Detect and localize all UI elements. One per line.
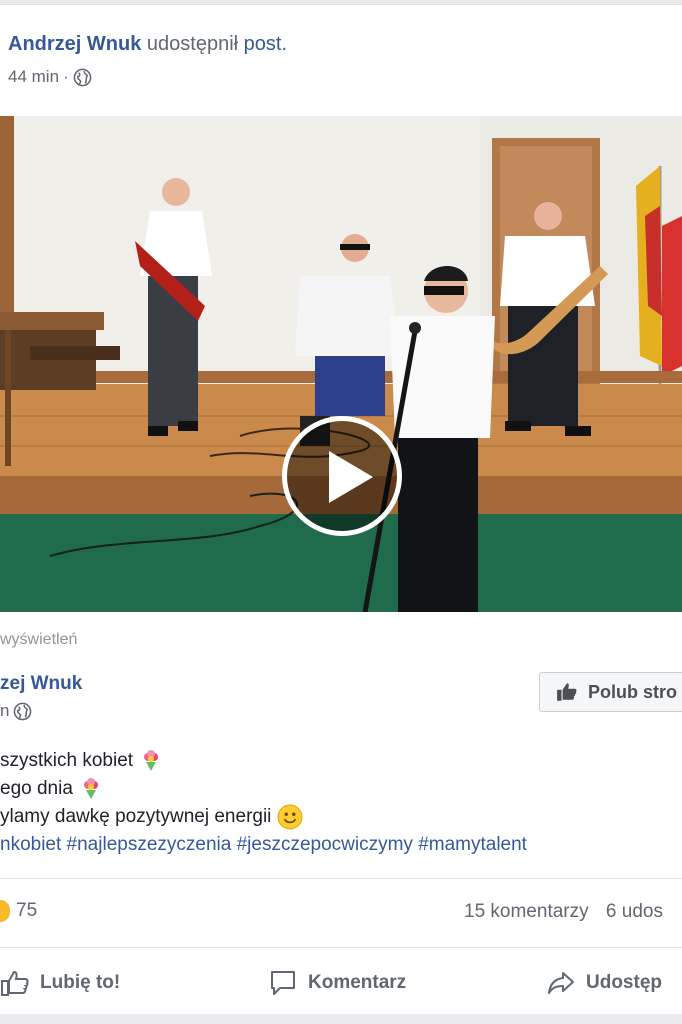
- post-card: Andrzej Wnuk udostępnił post. 44 min · w…: [0, 4, 682, 1014]
- comment-icon: [271, 971, 295, 995]
- hashtags-text[interactable]: nkobiet #najlepszezyczenia #jeszczepocwi…: [0, 831, 527, 859]
- comment-button[interactable]: Komentarz: [268, 963, 406, 1003]
- globe-icon[interactable]: [73, 68, 92, 87]
- share-arrow-icon: [548, 972, 574, 994]
- comment-label: Komentarz: [308, 972, 407, 993]
- video-thumbnail: [0, 116, 682, 612]
- hashtags[interactable]: nkobiet #najlepszezyczenia #jeszczepocwi…: [0, 831, 527, 859]
- original-timestamp[interactable]: n: [0, 701, 9, 721]
- smile-emoji-icon: [277, 804, 303, 830]
- engagement-counts: 15 komentarzy 6 udos: [464, 901, 663, 923]
- like-page-label: Polub stro: [588, 681, 677, 702]
- meta-separator: ·: [63, 67, 69, 86]
- bouquet-emoji-icon: [144, 750, 159, 771]
- post-line-text: szystkich kobiet: [0, 750, 134, 771]
- like-button[interactable]: Lubię to!: [0, 963, 120, 1003]
- share-timestamp[interactable]: 44 min: [8, 67, 59, 87]
- share-action-text: udostępnił: [146, 33, 239, 55]
- post-line: ylamy dawkę pozytywnej energii: [0, 803, 527, 831]
- original-post-meta: n: [0, 701, 32, 721]
- reaction-emoji-icon: [0, 900, 10, 922]
- thumbs-up-icon: [557, 683, 577, 701]
- reactions-summary[interactable]: 75: [0, 900, 37, 922]
- post-text: szystkich kobiet ego dnia ylamy dawkę po…: [0, 747, 527, 859]
- original-page-name-link[interactable]: zej Wnuk: [0, 673, 82, 695]
- view-count: wyświetleń: [0, 631, 78, 648]
- like-page-button[interactable]: Polub stro: [539, 672, 682, 712]
- share-meta: 44 min ·: [8, 67, 92, 87]
- post-line: ego dnia: [0, 775, 527, 803]
- post-link[interactable]: post.: [244, 33, 287, 55]
- comments-count-link[interactable]: 15 komentarzy: [464, 901, 589, 922]
- video-player[interactable]: [0, 116, 682, 612]
- bouquet-emoji-icon: [83, 778, 98, 799]
- post-line-text: ylamy dawkę pozytywnej energii: [0, 806, 272, 827]
- share-header: Andrzej Wnuk udostępnił post.: [8, 33, 287, 56]
- divider: [0, 947, 682, 948]
- shares-count-link[interactable]: 6 udos: [606, 901, 663, 922]
- share-button[interactable]: Udostęp: [546, 963, 662, 1003]
- share-label: Udostęp: [586, 972, 662, 993]
- sharer-name-link[interactable]: Andrzej Wnuk: [8, 33, 141, 55]
- globe-icon[interactable]: [13, 702, 32, 721]
- like-label: Lubię to!: [40, 972, 121, 993]
- post-line-text: ego dnia: [0, 778, 73, 799]
- play-icon[interactable]: [282, 416, 402, 536]
- thumbs-up-icon: [1, 970, 29, 996]
- action-bar: Lubię to! Komentarz Udostęp: [0, 963, 682, 1003]
- post-line: szystkich kobiet: [0, 747, 527, 775]
- reaction-count[interactable]: 75: [16, 900, 37, 922]
- divider: [0, 878, 682, 879]
